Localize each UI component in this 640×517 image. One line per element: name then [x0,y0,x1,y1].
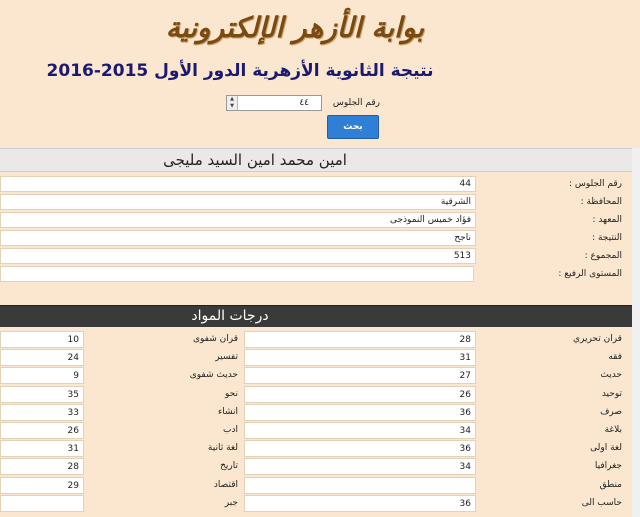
subject-name: ادب [223,425,238,435]
info-value: ناجح [0,230,476,246]
subject-grade: 36 [244,403,476,421]
spinner-up-icon[interactable]: ▲ [227,96,237,103]
student-name: امين محمد امين السيد مليجى [163,151,347,169]
subject-grade: 36 [244,440,476,458]
subject-grade [244,476,476,494]
subject-name: تاريخ [220,461,238,472]
info-row-governorate: المحافظة : الشرقية [0,193,632,211]
subject-grade [0,494,84,512]
subject-grade: 27 [244,367,476,385]
page-header: بوابة الأزهر الإلكترونية نتيجة الثانوية … [0,0,640,148]
subject-name: حديث [600,370,622,381]
info-value [0,266,474,282]
scrollbar[interactable] [632,148,640,517]
grade-row: فقه 31 تفسير 24 [0,349,632,367]
info-row-result: النتيجة : ناجح [0,229,632,247]
info-row-seat: رقم الجلوس : 44 [0,175,632,193]
subject-name: جغرافيا [594,461,622,472]
subject-grade: 36 [244,494,476,512]
page-title: نتيجة الثانوية الأزهرية الدور الأول 2015… [46,61,434,81]
search-button[interactable]: بحث [327,115,379,139]
subject-grade: 28 [244,331,476,348]
info-value: الشرقية [0,194,476,210]
info-row-high-level: المستوى الرفيع : [0,265,632,283]
student-name-bar: امين محمد امين السيد مليجى [0,148,632,172]
azhar-portal-logo: بوابة الأزهر الإلكترونية [165,11,425,44]
subject-grade: 9 [0,367,84,385]
info-value: 513 [0,248,476,264]
info-value: 44 [0,176,476,192]
grade-row: حاسب الى 36 جبر [0,494,632,513]
grade-row: منطق اقتصاد 29 [0,476,632,495]
seat-number-input[interactable] [226,95,322,111]
subject-grade: 26 [0,422,84,439]
subject-name: بلاغة [604,425,622,435]
subject-name: منطق [599,479,622,490]
grade-row: بلاغة 34 ادب 26 [0,422,632,440]
info-label: المعهد : [592,215,622,225]
subject-grade: 31 [0,440,84,458]
spinner-down-icon[interactable]: ▼ [227,103,237,110]
subject-name: قران تحريري [572,334,622,344]
subject-grade: 35 [0,385,84,403]
subject-name: حديث شفوى [189,370,238,381]
info-row-total: المجموع : 513 [0,247,632,265]
subject-grade: 34 [244,458,476,476]
subject-grade: 34 [244,422,476,439]
subject-grade: 28 [0,458,84,476]
grade-row: صرف 36 انشاء 33 [0,403,632,422]
grades-title: درجات المواد [191,308,269,324]
subject-grade: 31 [244,349,476,367]
subject-grade: 26 [244,385,476,403]
info-label: رقم الجلوس : [568,179,622,189]
info-value: فؤاد خميس النموذجى [0,212,476,228]
subject-name: اقتصاد [213,479,238,490]
subject-name: حاسب الى [581,497,622,508]
subject-name: صرف [600,406,622,417]
subject-grade: 24 [0,349,84,367]
subject-name: لغة ثانية [207,443,238,454]
grade-row: لغة اولى 36 لغة ثانية 31 [0,440,632,458]
subject-name: لغة اولى [590,443,622,454]
subject-grade: 10 [0,331,84,348]
info-row-institute: المعهد : فؤاد خميس النموذجى [0,211,632,229]
subject-name: جبر [224,497,238,508]
grade-row: توحيد 26 نحو 35 [0,385,632,404]
seat-number-label: رقم الجلوس [332,98,380,108]
subject-grade: 33 [0,403,84,421]
info-label: النتيجة : [592,233,622,243]
subject-name: انشاء [217,406,238,417]
info-label: المحافظة : [580,197,622,207]
subject-grade: 29 [0,476,84,494]
info-label: المستوى الرفيع : [558,269,622,279]
grades-section-header: درجات المواد [0,305,632,327]
number-spinner[interactable]: ▲ ▼ [227,96,238,110]
subject-name: تفسير [215,352,238,363]
grade-row: حديث 27 حديث شفوى 9 [0,367,632,385]
subject-name: نحو [225,388,238,399]
subject-name: توحيد [601,388,622,399]
grade-row: قران تحريري 28 قران شفوى 10 [0,331,632,349]
info-label: المجموع : [584,251,622,261]
subject-name: فقه [608,352,622,363]
grade-row: جغرافيا 34 تاريخ 28 [0,458,632,476]
subject-name: قران شفوى [192,334,238,344]
